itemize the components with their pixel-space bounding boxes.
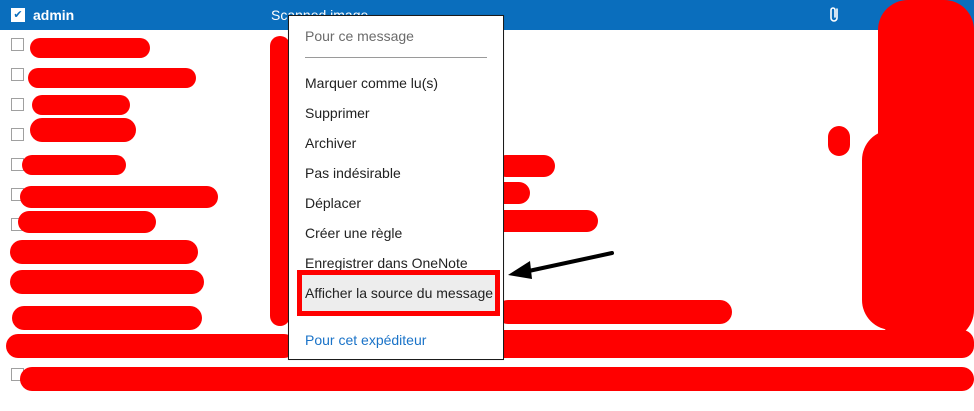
redaction-mark bbox=[270, 36, 290, 326]
redaction-mark bbox=[30, 38, 150, 58]
redaction-mark bbox=[18, 211, 156, 233]
redaction-mark bbox=[828, 126, 850, 156]
message-sender: admin bbox=[33, 7, 75, 23]
message-checkbox[interactable] bbox=[11, 38, 24, 51]
menu-item-save-onenote[interactable]: Enregistrer dans OneNote bbox=[305, 255, 468, 271]
menu-item-move[interactable]: Déplacer bbox=[305, 195, 361, 211]
menu-item-not-junk[interactable]: Pas indésirable bbox=[305, 165, 401, 181]
redaction-mark bbox=[22, 155, 126, 175]
redaction-mark bbox=[32, 95, 130, 115]
menu-section-sender[interactable]: Pour cet expéditeur bbox=[305, 332, 426, 348]
menu-item-create-rule[interactable]: Créer une règle bbox=[305, 225, 402, 241]
menu-item-delete[interactable]: Supprimer bbox=[305, 105, 370, 121]
menu-divider bbox=[305, 57, 487, 58]
redaction-mark bbox=[492, 210, 598, 232]
redaction-mark bbox=[20, 367, 974, 391]
redaction-mark bbox=[6, 334, 296, 358]
redaction-mark bbox=[28, 68, 196, 88]
redaction-mark bbox=[496, 300, 732, 324]
paperclip-icon bbox=[828, 5, 842, 28]
select-all-checkbox[interactable]: ✔ bbox=[11, 8, 25, 22]
message-checkbox[interactable] bbox=[11, 128, 24, 141]
redaction-mark bbox=[30, 118, 136, 142]
menu-section-message: Pour ce message bbox=[305, 28, 414, 44]
menu-item-view-source[interactable]: Afficher la source du message bbox=[305, 285, 493, 301]
redaction-mark bbox=[12, 306, 202, 330]
menu-item-archive[interactable]: Archiver bbox=[305, 135, 356, 151]
redaction-mark bbox=[862, 130, 922, 330]
redaction-mark bbox=[20, 186, 218, 208]
annotation-arrow bbox=[500, 245, 620, 290]
menu-item-mark-read[interactable]: Marquer comme lu(s) bbox=[305, 75, 438, 91]
redaction-mark bbox=[10, 270, 204, 294]
redaction-mark bbox=[495, 155, 555, 177]
redaction-mark bbox=[10, 240, 198, 264]
message-checkbox[interactable] bbox=[11, 68, 24, 81]
message-checkbox[interactable] bbox=[11, 98, 24, 111]
